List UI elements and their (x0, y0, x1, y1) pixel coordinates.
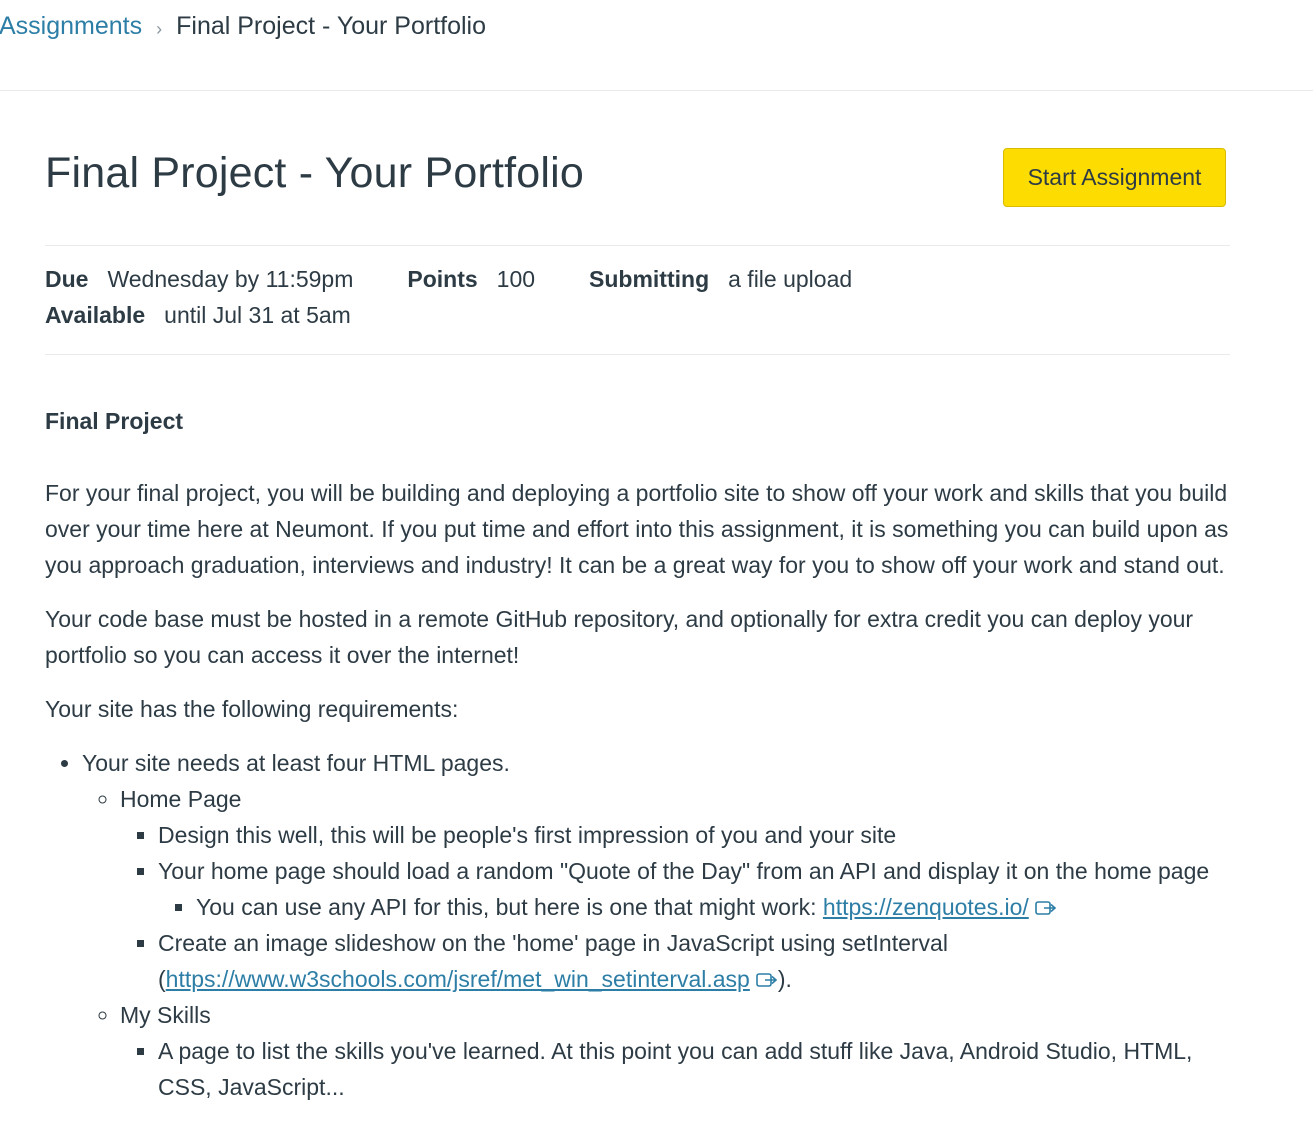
submitting-value: a file upload (728, 266, 853, 292)
skills-list: A page to list the skills you've learned… (158, 1033, 1230, 1105)
list-item: Home Page Design this well, this will be… (120, 781, 1230, 997)
assignment-details: Due Wednesday by 11:59pm Points 100 Subm… (45, 246, 1230, 355)
points-label: Points (407, 266, 478, 292)
breadcrumb-current: Final Project - Your Portfolio (176, 11, 487, 40)
api-note-text: You can use any API for this, but here i… (196, 894, 823, 920)
my-skills-item: My Skills (120, 1002, 211, 1028)
external-link-icon (756, 973, 778, 987)
available-label: Available (45, 302, 146, 328)
list-item: You can use any API for this, but here i… (196, 889, 1230, 925)
details-row-2: Available until Jul 31 at 5am (45, 302, 351, 329)
zenquotes-link[interactable]: https://zenquotes.io/ (823, 894, 1029, 920)
skills-text: A page to list the skills you've learned… (158, 1038, 1193, 1100)
start-assignment-button[interactable]: Start Assignment (1003, 148, 1226, 207)
breadcrumb: Assignments › Final Project - Your Portf… (0, 12, 486, 41)
chevron-right-icon: › (156, 18, 163, 39)
points-value: 100 (496, 266, 536, 292)
breadcrumb-assignments-link[interactable]: Assignments (0, 12, 142, 41)
description-paragraph-1: For your final project, you will be buil… (45, 480, 1229, 578)
home-page-item: Home Page (120, 786, 242, 812)
available-value: until Jul 31 at 5am (164, 302, 351, 328)
due-value: Wednesday by 11:59pm (107, 266, 354, 292)
pages-list: Home Page Design this well, this will be… (120, 781, 1230, 1105)
list-item: My Skills A page to list the skills you'… (120, 997, 1230, 1105)
description-paragraph-2: Your code base must be hosted in a remot… (45, 606, 1194, 668)
page-title: Final Project - Your Portfolio (45, 149, 584, 197)
description-paragraph-3: Your site has the following requirements… (45, 696, 459, 722)
breadcrumb-bar: Assignments › Final Project - Your Portf… (0, 0, 1313, 91)
assignment-description: Final Project For your final project, yo… (45, 355, 1230, 1105)
external-link-icon (1034, 901, 1056, 915)
title-row: Final Project - Your Portfolio Start Ass… (45, 91, 1230, 246)
submitting-label: Submitting (589, 266, 710, 292)
list-item: A page to list the skills you've learned… (158, 1033, 1230, 1105)
list-item: Your home page should load a random "Quo… (158, 853, 1230, 925)
home-quote-text: Your home page should load a random "Quo… (158, 858, 1210, 884)
due-label: Due (45, 266, 89, 292)
list-item: Create an image slideshow on the 'home' … (158, 925, 1230, 997)
requirements-list: Your site needs at least four HTML pages… (82, 745, 1230, 1105)
requirement-pages: Your site needs at least four HTML pages… (82, 750, 510, 776)
description-heading: Final Project (45, 408, 184, 434)
home-design-text: Design this well, this will be people's … (158, 822, 897, 848)
list-item: Design this well, this will be people's … (158, 817, 1230, 853)
w3schools-link[interactable]: https://www.w3schools.com/jsref/met_win_… (166, 966, 750, 992)
home-page-list: Design this well, this will be people's … (158, 817, 1230, 997)
list-item: Your site needs at least four HTML pages… (82, 745, 1230, 1105)
quote-api-list: You can use any API for this, but here i… (196, 889, 1230, 925)
slideshow-end: ). (777, 966, 792, 992)
details-row-1: Due Wednesday by 11:59pm Points 100 Subm… (45, 266, 852, 293)
assignment-content: Final Project - Your Portfolio Start Ass… (45, 91, 1230, 1105)
